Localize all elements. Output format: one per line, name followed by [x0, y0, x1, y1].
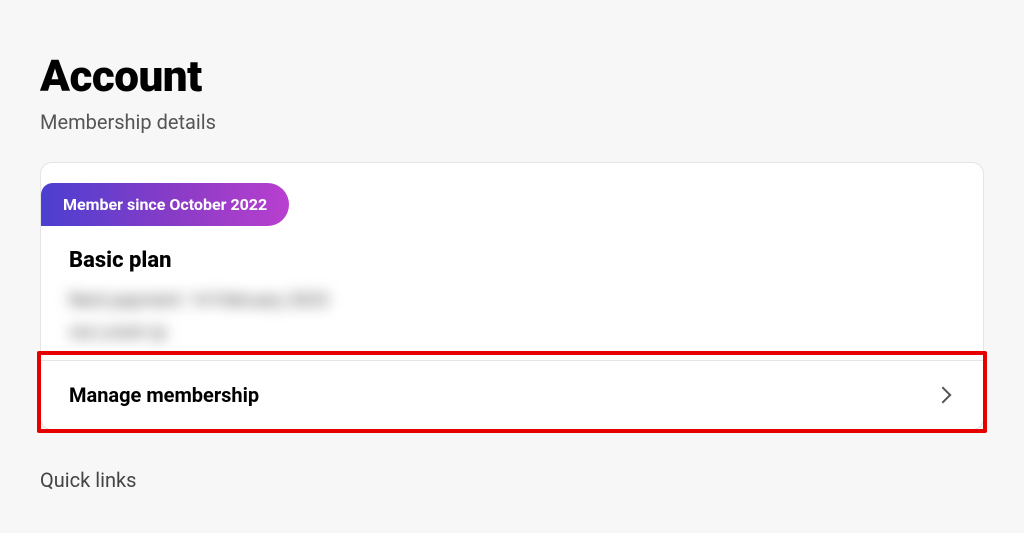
chevron-right-icon: [935, 386, 952, 403]
account-page: Account Membership details Member since …: [0, 0, 1024, 492]
plan-name: Basic plan: [41, 226, 983, 285]
plan-details-obscured: Next payment: 14 February 2023 via Lorem…: [41, 285, 983, 360]
member-since-badge: Member since October 2022: [41, 183, 289, 226]
membership-card: Member since October 2022 Basic plan Nex…: [40, 162, 984, 430]
manage-membership-label: Manage membership: [69, 383, 259, 407]
page-subtitle: Membership details: [40, 110, 984, 134]
manage-membership-button[interactable]: Manage membership: [41, 360, 983, 429]
quick-links-heading: Quick links: [40, 468, 984, 492]
obscured-line-2: via Lorem ip: [69, 317, 955, 349]
obscured-line-1: Next payment: 14 February 2023: [69, 285, 955, 317]
page-title: Account: [40, 50, 984, 102]
